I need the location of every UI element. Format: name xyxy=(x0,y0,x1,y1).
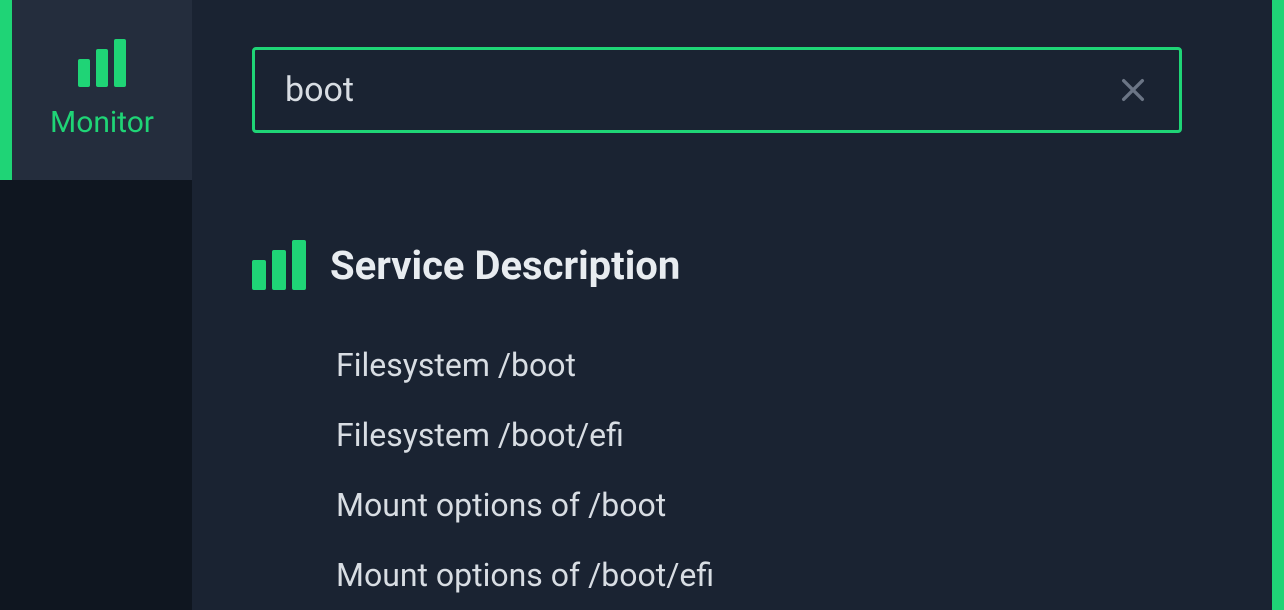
accent-bar-right xyxy=(1272,0,1284,610)
close-icon[interactable] xyxy=(1117,74,1149,106)
header: Monitor xyxy=(0,0,1284,180)
result-item[interactable]: Mount options of /boot/efi xyxy=(336,540,1212,610)
monitor-tab[interactable]: Monitor xyxy=(12,0,192,180)
search-input-wrapper xyxy=(252,47,1182,133)
search-area xyxy=(192,0,1284,180)
accent-bar-left xyxy=(0,0,12,180)
bars-icon xyxy=(78,39,126,87)
section-title: Service Description xyxy=(330,242,680,289)
result-item[interactable]: Filesystem /boot/efi xyxy=(336,400,1212,470)
sidebar xyxy=(0,180,192,610)
bars-icon xyxy=(252,240,306,290)
monitor-label: Monitor xyxy=(50,105,154,140)
search-input[interactable] xyxy=(285,70,1117,110)
section-header: Service Description xyxy=(252,240,1212,290)
content-panel: Service Description Filesystem /boot Fil… xyxy=(192,180,1272,610)
results-list: Filesystem /boot Filesystem /boot/efi Mo… xyxy=(252,330,1212,610)
result-item[interactable]: Filesystem /boot xyxy=(336,330,1212,400)
result-item[interactable]: Mount options of /boot xyxy=(336,470,1212,540)
